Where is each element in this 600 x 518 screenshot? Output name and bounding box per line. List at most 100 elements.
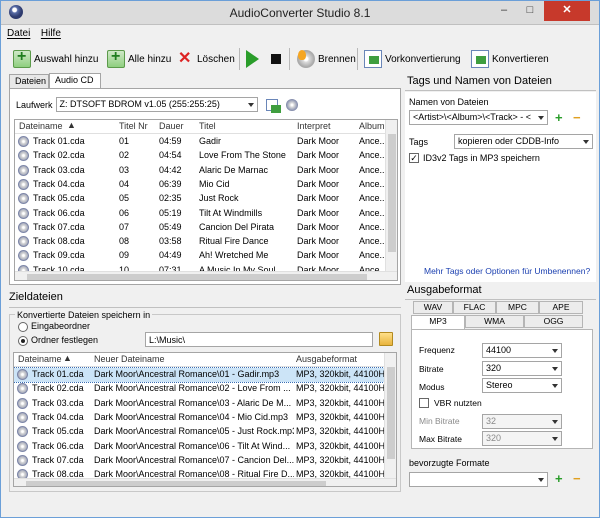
refresh-icon[interactable] [265,98,281,113]
drive-select[interactable]: Z: DTSOFT BDROM v1.05 (255:255:25) [55,97,258,112]
tab-mpc[interactable]: MPC [496,301,539,314]
remove-format-icon[interactable]: − [573,472,581,485]
table-row[interactable]: Track 03.cda Dark Moor\Ancestral Romance\… [14,397,396,411]
audio-cd-panel: Laufwerk Z: DTSOFT BDROM v1.05 (255:255:… [9,88,401,285]
stop-button[interactable] [271,46,284,72]
tab-audio-cd[interactable]: Audio CD [49,73,101,89]
table-row[interactable]: Track 04.cda 04 06:39 Mio Cid Dark Moor Ance.… [15,178,397,192]
tracks-hscrollbar[interactable] [15,271,397,280]
tracks-vscrollbar[interactable] [385,120,397,271]
browse-folder-icon[interactable] [379,332,393,346]
cd-info-icon[interactable] [285,98,298,111]
table-cell: Dark Moor\Ancestral Romance\02 - Love Fr… [94,383,291,394]
table-row[interactable]: Track 08.cda 08 03:58 Ritual Fire Dance Dark… [15,235,397,249]
tracks-hscroll-thumb[interactable] [27,274,367,280]
target-hscroll-thumb[interactable] [26,481,326,486]
tracks-vscroll-thumb[interactable] [388,134,396,252]
table-row[interactable]: Track 06.cda 06 05:19 Tilt At Windmills Dark… [15,207,397,221]
preconvert-button[interactable]: Vorkonvertierung [364,46,461,72]
burn-button[interactable]: Brennen [297,46,356,72]
preferred-formats-select[interactable] [409,472,548,487]
col-interpret[interactable]: Interpret [297,121,331,131]
table-row[interactable]: Track 02.cda Dark Moor\Ancestral Romance\… [14,382,396,396]
menu-datei[interactable]: Datei [7,28,30,39]
table-row[interactable]: Track 03.cda 03 04:42 Alaric De Marnac Dark … [15,164,397,178]
add-all-button[interactable]: Alle hinzu [107,46,171,72]
add-pattern-icon[interactable]: + [555,111,563,124]
col-titel-nr[interactable]: Titel Nr [119,121,148,131]
delete-button[interactable]: Löschen [176,46,235,72]
tab-wma[interactable]: WMA [465,315,524,328]
table-row[interactable]: Track 01.cda 01 04:59 Gadir Dark Moor Ance... [15,135,397,149]
tab-flac[interactable]: FLAC [453,301,496,314]
col-target-dateiname[interactable]: Dateiname [18,354,62,364]
more-tags-link[interactable]: Mehr Tags oder Optionen für Umbenennen? [424,266,590,276]
table-row[interactable]: Track 06.cda Dark Moor\Ancestral Romance\… [14,440,396,454]
delete-label: Löschen [197,53,235,65]
drive-label: Laufwerk [16,99,53,110]
tab-wav[interactable]: WAV [413,301,453,314]
table-row[interactable]: Track 07.cda Dark Moor\Ancestral Romance\… [14,454,396,468]
target-hscrollbar[interactable] [14,478,396,486]
bitrate-select[interactable]: 320 [482,361,562,376]
table-row[interactable]: Track 05.cda 05 02:35 Just Rock Dark Moor Anc… [15,192,397,206]
radio-fixed-folder[interactable] [18,336,28,346]
col-dateiname[interactable]: Dateiname [19,121,63,131]
table-cell: Track 03.cda [33,164,85,175]
table-cell: 07 [119,221,130,232]
min-bitrate-select[interactable]: 32 [482,414,562,429]
col-album[interactable]: Album [359,121,385,131]
table-row[interactable]: Track 02.cda 02 04:54 Love From The Stone Da… [15,149,397,163]
id3-checkbox[interactable]: ✓ [409,153,419,163]
col-titel[interactable]: Titel [199,121,216,131]
tab-ogg[interactable]: OGG [524,315,583,328]
frequency-select[interactable]: 44100 [482,343,562,358]
preconvert-icon [364,50,382,68]
col-output-format[interactable]: Ausgabeformat [296,354,357,364]
table-row[interactable]: Track 04.cda Dark Moor\Ancestral Romance\… [14,411,396,425]
maximize-button[interactable]: □ [517,1,543,21]
play-button[interactable] [246,46,262,72]
close-button[interactable]: ✕ [544,1,590,21]
table-cell: Ah! Wretched Me [199,250,269,261]
table-row[interactable]: Track 01.cda Dark Moor\Ancestral Romance\… [14,367,396,383]
target-vscroll-thumb[interactable] [387,367,395,459]
table-cell: MP3, 320kbit, 44100Hz [296,440,384,451]
target-vscrollbar[interactable] [384,353,396,478]
minimize-button[interactable]: – [491,1,517,21]
cd-track-icon [17,397,28,409]
tags-select[interactable]: kopieren oder CDDB-Info [454,134,593,149]
tags-label: Tags [409,137,429,147]
add-format-icon[interactable]: + [555,472,563,485]
vbr-checkbox[interactable] [419,398,429,408]
table-cell: Alaric De Marnac [199,164,269,175]
convert-button[interactable]: Konvertieren [471,46,549,72]
table-cell: Dark Moor [297,193,340,204]
cd-track-icon [17,454,28,466]
table-cell: 05:49 [159,221,182,232]
col-dauer[interactable]: Dauer [159,121,184,131]
mode-select[interactable]: Stereo [482,378,562,393]
radio-input-folder[interactable] [18,322,28,332]
tab-mp3[interactable]: MP3 [411,315,465,330]
folder-input[interactable]: L:\Music\ [145,332,373,347]
max-bitrate-select[interactable]: 320 [482,431,562,446]
table-row[interactable]: Track 05.cda Dark Moor\Ancestral Romance\… [14,425,396,439]
table-row[interactable]: Track 09.cda 09 04:49 Ah! Wretched Me Dark M… [15,249,397,263]
table-cell: 03 [119,164,130,175]
table-row[interactable]: Track 07.cda 07 05:49 Cancion Del Pirata Dar… [15,221,397,235]
table-cell: Gadir [199,136,222,146]
table-cell: Dark Moor\Ancestral Romance\07 - Cancion… [94,454,294,465]
table-cell: 05 [119,193,130,204]
tab-ape[interactable]: APE [539,301,583,314]
names-select[interactable]: <Artist>\<Album>\<Track> - < [409,110,548,125]
tab-dateien[interactable]: Dateien [9,74,49,89]
add-selection-button[interactable]: Auswahl hinzu [13,46,98,72]
cd-track-icon [18,207,29,219]
table-cell: Dark Moor [297,236,340,247]
col-new-filename[interactable]: Neuer Dateiname [94,354,165,364]
frequency-label: Frequenz [419,345,455,355]
remove-pattern-icon[interactable]: − [573,111,581,124]
add-selection-label: Auswahl hinzu [34,53,99,65]
menu-hilfe[interactable]: Hilfe [41,28,61,39]
